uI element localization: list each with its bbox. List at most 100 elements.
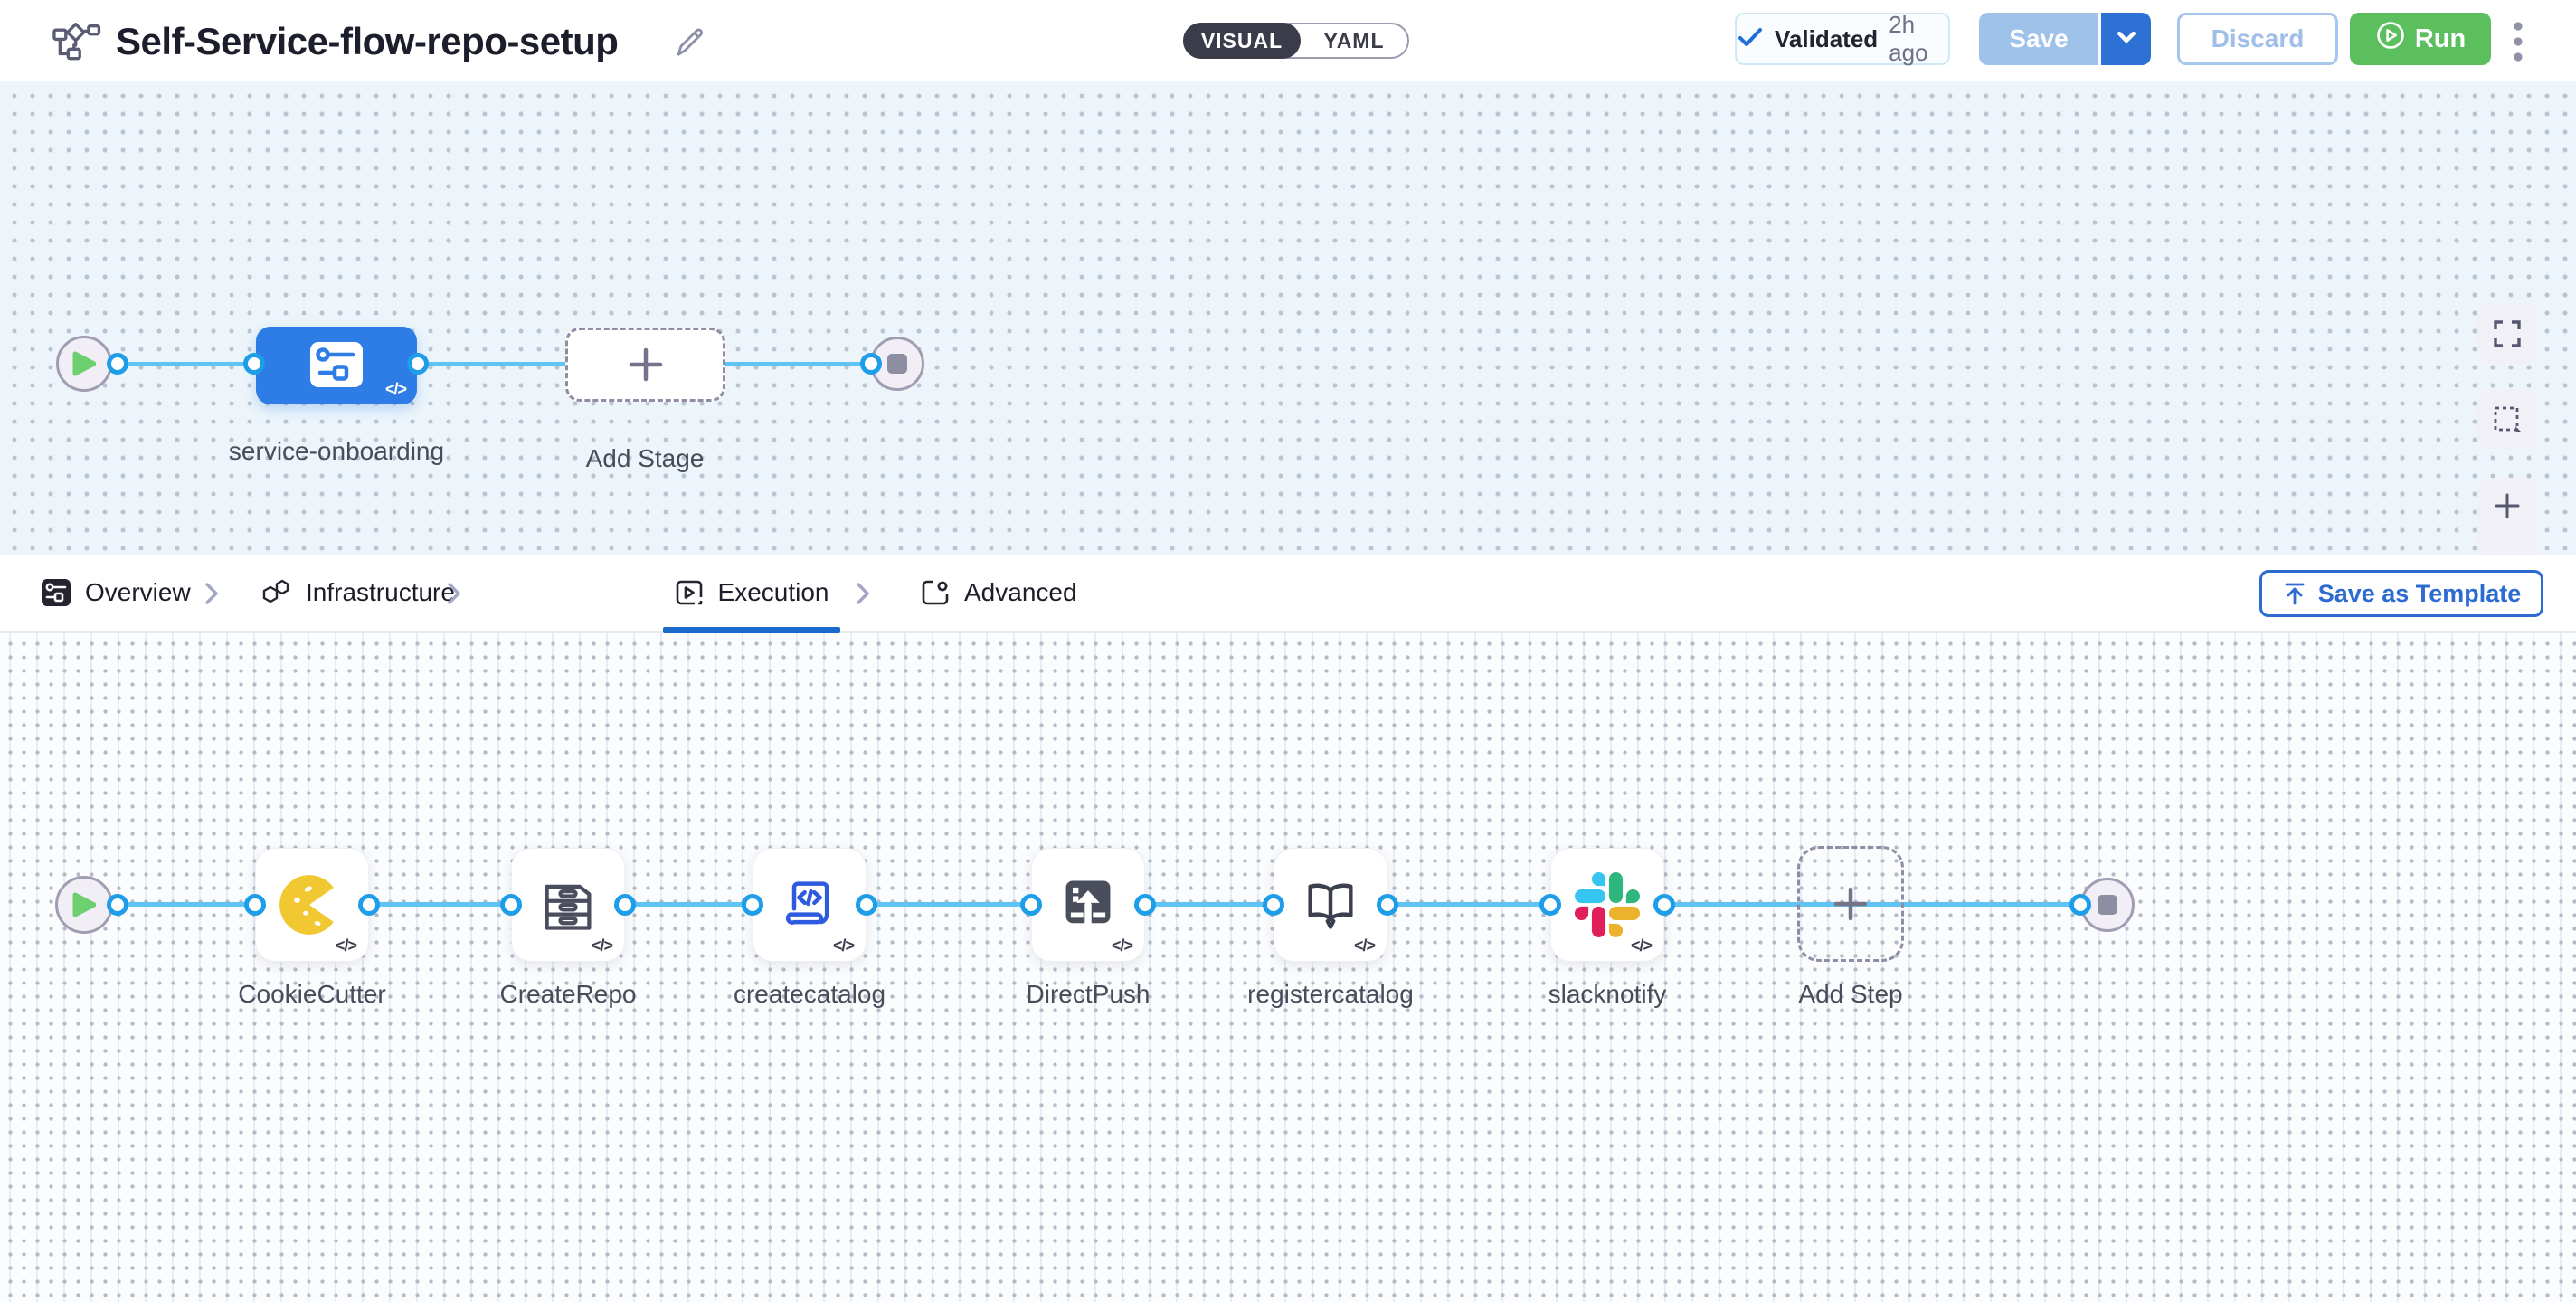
plus-icon	[1831, 884, 1870, 924]
stage-pipeline-canvas[interactable]: </> service-onboarding Add Stage	[0, 81, 2576, 555]
connector-port[interactable]	[358, 894, 380, 916]
connector-port[interactable]	[1263, 894, 1284, 916]
tab-label: Infrastructure	[306, 578, 455, 607]
edit-title-pencil-icon[interactable]	[671, 24, 707, 64]
connector-port[interactable]	[107, 894, 128, 916]
save-options-caret-button[interactable]	[2098, 13, 2151, 65]
step-node-createrepo[interactable]: </>	[511, 848, 625, 962]
chevron-right-icon	[856, 582, 870, 610]
tab-label: Overview	[85, 578, 191, 607]
connector-port[interactable]	[1653, 894, 1675, 916]
yaml-code-badge: </>	[1354, 936, 1375, 955]
active-tab-underline	[663, 627, 840, 633]
connector-port[interactable]	[500, 894, 522, 916]
play-icon	[72, 892, 96, 917]
connector-port[interactable]	[1539, 894, 1561, 916]
execution-steps-canvas[interactable]: </> </> </>	[0, 633, 2576, 1302]
pipeline-start-node	[56, 336, 112, 392]
slack-icon	[1575, 872, 1640, 937]
step-label: slacknotify	[1499, 975, 1716, 1013]
connector-port[interactable]	[244, 894, 266, 916]
chevron-right-icon	[447, 582, 461, 610]
play-icon	[72, 351, 96, 376]
connector-port[interactable]	[860, 353, 882, 375]
tab-advanced[interactable]: Advanced	[921, 555, 1077, 631]
tab-label: Execution	[718, 578, 829, 607]
step-node-registercatalog[interactable]: </>	[1274, 848, 1387, 962]
infrastructure-icon	[260, 578, 291, 607]
chevron-down-icon	[2115, 27, 2138, 52]
step-label: registercatalog	[1222, 975, 1439, 1013]
toggle-visual[interactable]: VISUAL	[1183, 23, 1301, 59]
stage-tabbar: Overview Infrastructure Execution Advanc…	[0, 555, 2576, 633]
discard-button[interactable]: Discard	[2177, 13, 2338, 65]
tab-overview[interactable]: Overview	[42, 555, 191, 631]
page-title: Self-Service-flow-repo-setup	[116, 20, 618, 63]
stop-icon	[2098, 895, 2117, 915]
toggle-yaml[interactable]: YAML	[1301, 24, 1407, 57]
execution-start-node	[55, 876, 113, 934]
save-button[interactable]: Save	[1979, 13, 2098, 65]
stop-icon	[887, 354, 907, 374]
canvas-fullscreen-button[interactable]	[2477, 303, 2537, 364]
stage-node-service-onboarding[interactable]: </>	[256, 327, 417, 404]
connector-port[interactable]	[614, 894, 636, 916]
connector-port[interactable]	[1377, 894, 1398, 916]
yaml-code-badge: </>	[385, 380, 406, 399]
connector-port[interactable]	[407, 353, 429, 375]
step-label: CookieCutter	[204, 975, 421, 1013]
save-as-template-label: Save as Template	[2318, 580, 2522, 608]
upload-box-icon	[1057, 874, 1119, 936]
yaml-code-badge: </>	[833, 936, 854, 955]
stage-label: service-onboarding	[228, 432, 445, 470]
add-step-node[interactable]	[1797, 846, 1904, 962]
run-button[interactable]: Run	[2350, 13, 2491, 65]
overview-icon	[42, 579, 71, 606]
connector-port[interactable]	[1020, 894, 1042, 916]
canvas-select-button[interactable]	[2477, 390, 2537, 449]
add-step-label: Add Step	[1742, 975, 1959, 1013]
connector-port[interactable]	[243, 353, 265, 375]
chevron-right-icon	[204, 582, 219, 610]
zoom-in-button[interactable]	[2494, 492, 2521, 524]
yaml-code-badge: </>	[1631, 936, 1652, 955]
add-stage-node[interactable]	[565, 328, 725, 402]
execution-icon	[675, 579, 704, 606]
yaml-code-badge: </>	[592, 936, 612, 955]
fullscreen-icon	[2494, 320, 2521, 347]
connector-port[interactable]	[1134, 894, 1156, 916]
code-laptop-icon	[779, 874, 840, 936]
yaml-code-badge: </>	[1112, 936, 1132, 955]
plus-icon	[626, 345, 666, 385]
plus-icon	[2494, 492, 2521, 519]
step-node-slacknotify[interactable]: </>	[1550, 848, 1664, 962]
connector-port[interactable]	[742, 894, 763, 916]
more-options-button[interactable]	[2507, 18, 2529, 67]
drawer-cabinet-icon	[537, 874, 599, 936]
pipeline-flowchart-icon	[52, 23, 101, 65]
validated-time: 2h ago	[1889, 11, 1948, 67]
step-node-cookiecutter[interactable]: </>	[255, 848, 369, 962]
save-split-button: Save	[1979, 13, 2151, 65]
tab-execution[interactable]: Execution	[663, 555, 840, 631]
step-label: createcatalog	[701, 975, 918, 1013]
step-node-createcatalog[interactable]: </>	[753, 848, 867, 962]
step-label: DirectPush	[980, 975, 1197, 1013]
add-stage-label: Add Stage	[536, 440, 753, 478]
step-node-directpush[interactable]: </>	[1031, 848, 1145, 962]
connector-port[interactable]	[2069, 894, 2091, 916]
connector-port[interactable]	[107, 353, 128, 375]
run-label: Run	[2415, 24, 2466, 54]
step-label: CreateRepo	[459, 975, 677, 1013]
validated-badge[interactable]: Validated 2h ago	[1735, 13, 1950, 65]
connector-port[interactable]	[856, 894, 877, 916]
marquee-select-icon	[2493, 405, 2522, 434]
open-book-icon	[1300, 874, 1361, 936]
tab-label: Advanced	[964, 578, 1077, 607]
upload-template-icon	[2282, 581, 2307, 606]
yaml-code-badge: </>	[336, 936, 356, 955]
tab-infrastructure[interactable]: Infrastructure	[260, 555, 455, 631]
save-as-template-button[interactable]: Save as Template	[2259, 570, 2543, 617]
cookiecutter-icon	[278, 870, 346, 939]
validated-label: Validated	[1775, 25, 1878, 53]
